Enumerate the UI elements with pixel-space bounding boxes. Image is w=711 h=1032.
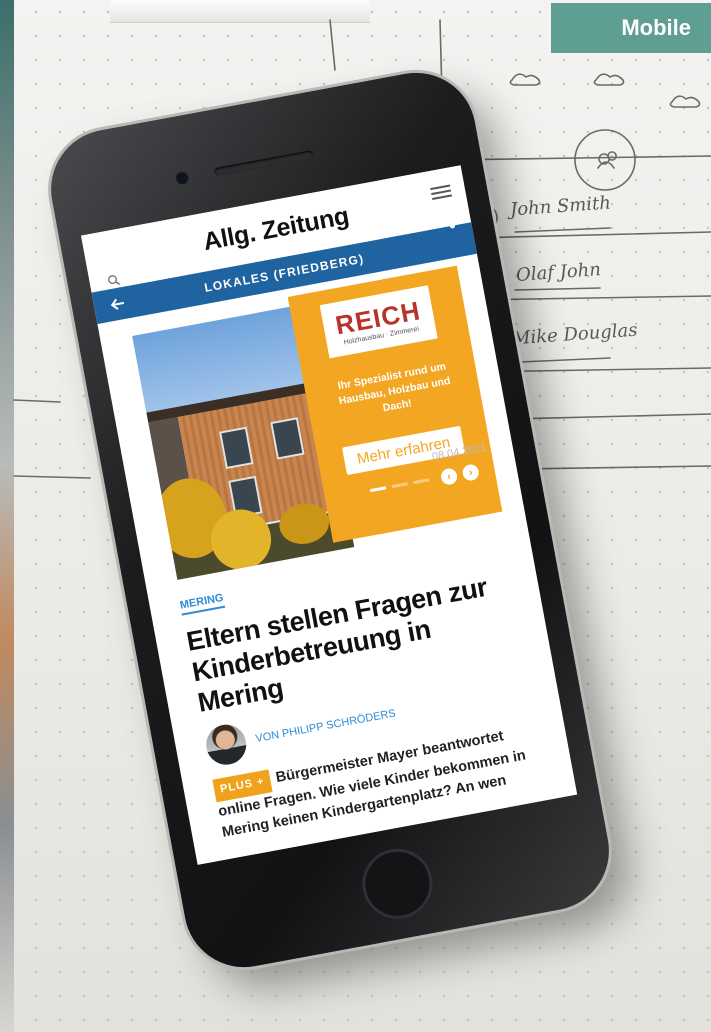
chevron-right-icon[interactable]: › [461, 463, 481, 482]
back-arrow-icon[interactable] [106, 292, 129, 315]
front-camera [174, 170, 191, 187]
author-avatar [202, 721, 250, 768]
menu-icon[interactable] [430, 182, 453, 203]
chevron-left-icon[interactable]: ‹ [439, 467, 459, 486]
home-button[interactable] [356, 843, 439, 925]
article-body: MERING Eltern stellen Fragen zur Kinderb… [149, 531, 574, 849]
author-name[interactable]: VON PHILIPP SCHRÖDERS [255, 707, 397, 745]
advertiser-logo: REICH Holzhausbau · Zimmerei [319, 285, 438, 359]
search-icon[interactable] [107, 273, 121, 287]
mobile-badge: Mobile [551, 3, 711, 53]
ad-copy: Ihr Spezialist rund um Hausbau, Holzbau … [336, 360, 452, 415]
ad-carousel-arrows: ‹ › [439, 463, 481, 486]
hero-area: REICH Holzhausbau · Zimmerei Ihr Spezial… [116, 265, 510, 584]
share-icon[interactable] [435, 209, 458, 232]
article-kicker[interactable]: MERING [179, 591, 226, 616]
earpiece-speaker [213, 150, 314, 177]
mobile-badge-label: Mobile [621, 15, 691, 40]
ad-carousel-dots[interactable] [370, 478, 430, 493]
